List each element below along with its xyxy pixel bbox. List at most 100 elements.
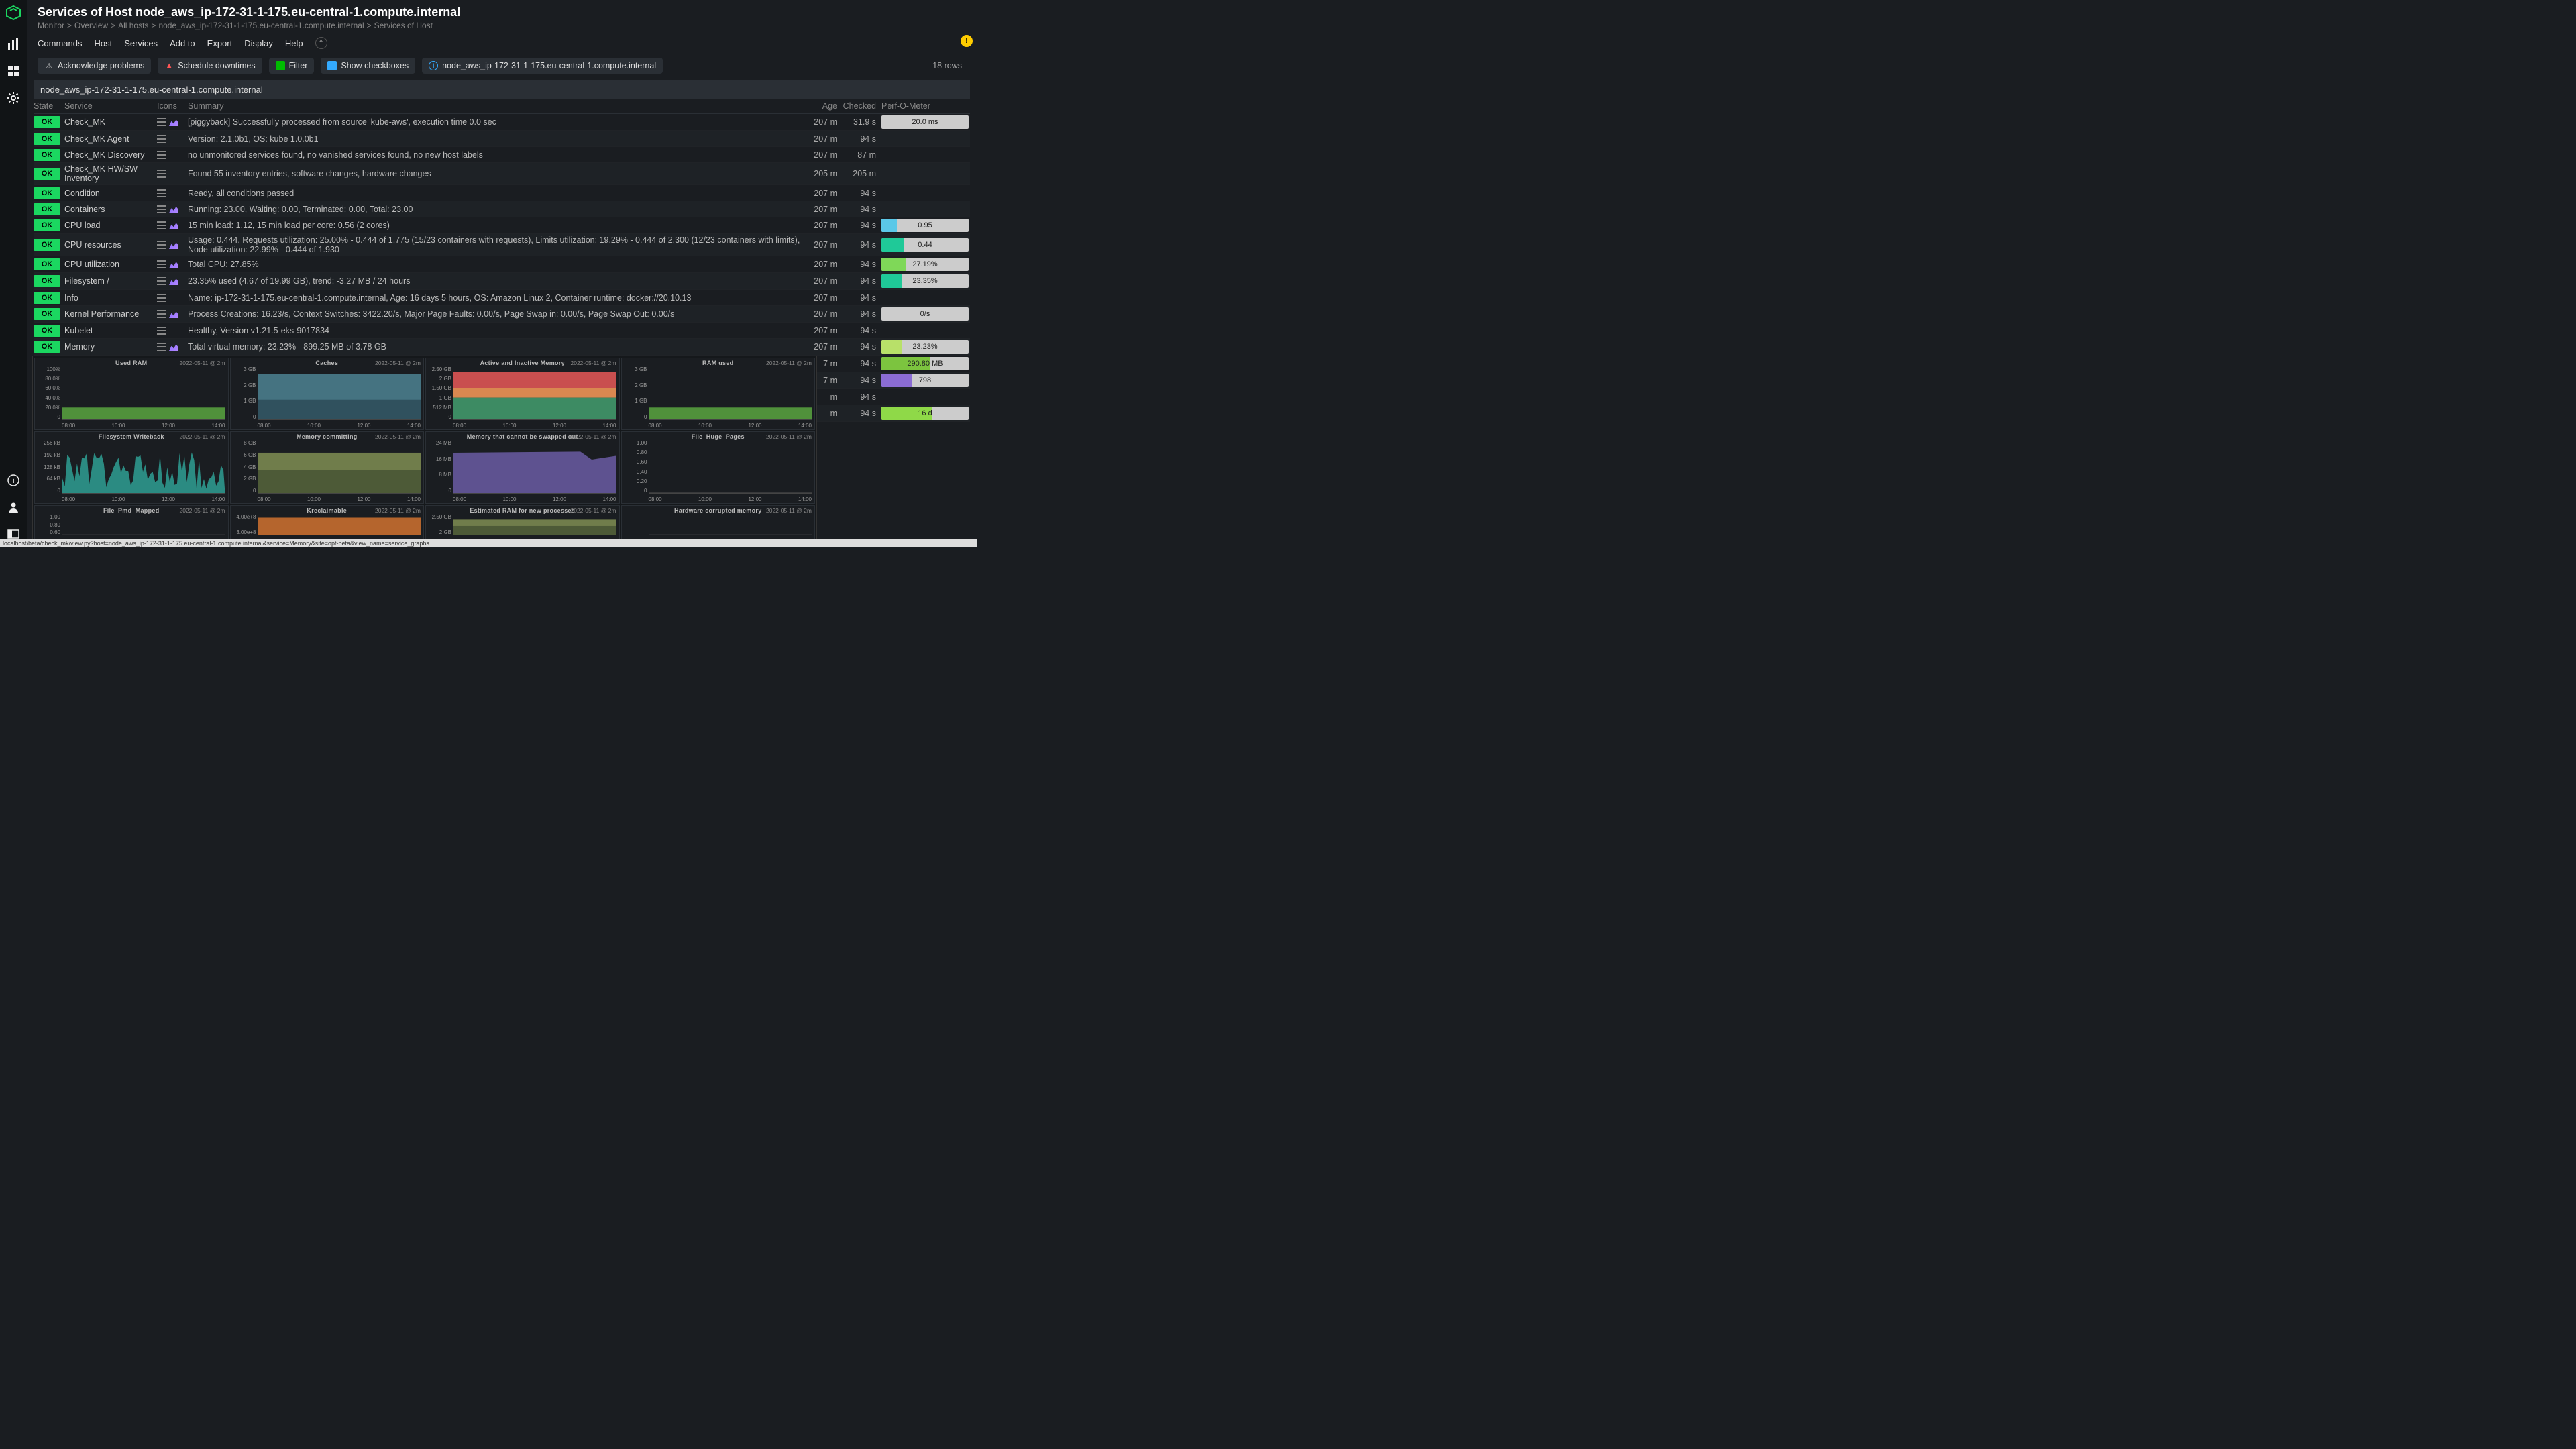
acknowledge-problems-button[interactable]: ⚠ Acknowledge problems (38, 58, 151, 74)
menu-display[interactable]: Display (244, 38, 273, 48)
breadcrumb-item[interactable]: All hosts (118, 21, 148, 30)
breadcrumb-item[interactable]: Monitor (38, 21, 64, 30)
graph-icon[interactable] (169, 277, 178, 285)
perf-o-meter[interactable]: 798 (881, 374, 970, 387)
col-checked[interactable]: Checked (843, 101, 881, 111)
table-row[interactable]: OKCheck_MK AgentVersion: 2.1.0b1, OS: ku… (34, 131, 970, 147)
user-nav-icon[interactable] (5, 499, 21, 515)
burger-menu-icon[interactable] (157, 135, 166, 143)
menu-export[interactable]: Export (207, 38, 233, 48)
service-name[interactable]: Check_MK HW/SW Inventory (62, 164, 157, 183)
service-name[interactable]: Condition (62, 189, 157, 198)
burger-menu-icon[interactable] (157, 294, 166, 302)
host-link-button[interactable]: i node_aws_ip-172-31-1-175.eu-central-1.… (422, 58, 663, 74)
alert-badge-icon[interactable]: ! (961, 35, 973, 47)
service-name[interactable]: Check_MK Discovery (62, 150, 157, 160)
burger-menu-icon[interactable] (157, 151, 166, 159)
burger-menu-icon[interactable] (157, 343, 166, 351)
graph-icon[interactable] (169, 221, 178, 229)
perf-o-meter[interactable]: 23.35% (881, 274, 970, 288)
graph-icon[interactable] (169, 343, 178, 351)
burger-menu-icon[interactable] (157, 310, 166, 318)
info-nav-icon[interactable]: i (5, 472, 21, 488)
perf-o-meter[interactable]: 0.95 (881, 219, 970, 232)
table-row[interactable]: OKCPU load15 min load: 1.12, 15 min load… (34, 217, 970, 234)
mini-graph[interactable]: Caches2022-05-11 @ 2m3 GB2 GB1 GB008:001… (230, 358, 425, 430)
service-name[interactable]: Check_MK (62, 117, 157, 127)
menu-host[interactable]: Host (94, 38, 112, 48)
burger-menu-icon[interactable] (157, 170, 166, 178)
filter-button[interactable]: Filter (269, 58, 315, 74)
menu-help[interactable]: Help (285, 38, 303, 48)
table-row[interactable]: OKConditionReady, all conditions passed2… (34, 185, 970, 201)
burger-menu-icon[interactable] (157, 118, 166, 126)
perf-o-meter[interactable]: 23.23% (881, 340, 970, 354)
menu-services[interactable]: Services (124, 38, 158, 48)
table-row[interactable]: OKContainersRunning: 23.00, Waiting: 0.0… (34, 201, 970, 217)
perf-o-meter[interactable]: 16 d (881, 407, 970, 420)
burger-menu-icon[interactable] (157, 205, 166, 213)
perf-o-meter[interactable]: 20.0 ms (881, 115, 970, 129)
service-name[interactable]: CPU resources (62, 240, 157, 250)
service-name[interactable]: Check_MK Agent (62, 134, 157, 144)
table-row[interactable]: OKCPU resourcesUsage: 0.444, Requests ut… (34, 234, 970, 256)
table-row[interactable]: OKMemoryTotal virtual memory: 23.23% - 8… (34, 339, 970, 356)
host-group-header[interactable]: node_aws_ip-172-31-1-175.eu-central-1.co… (34, 80, 970, 99)
col-icons[interactable]: Icons (157, 101, 188, 111)
breadcrumb-item[interactable]: node_aws_ip-172-31-1-175.eu-central-1.co… (158, 21, 364, 30)
mini-graph[interactable]: Memory committing2022-05-11 @ 2m8 GB6 GB… (230, 431, 425, 504)
apps-nav-icon[interactable] (5, 63, 21, 79)
mini-graph[interactable]: Memory that cannot be swapped out2022-05… (425, 431, 620, 504)
perf-o-meter[interactable]: 27.19% (881, 258, 970, 271)
table-row[interactable]: OKKernel PerformanceProcess Creations: 1… (34, 306, 970, 323)
table-row[interactable]: OKKubeletHealthy, Version v1.21.5-eks-90… (34, 323, 970, 339)
menu-commands[interactable]: Commands (38, 38, 82, 48)
service-name[interactable]: Containers (62, 205, 157, 214)
collapse-menu-icon[interactable]: ⌃ (315, 37, 327, 49)
settings-nav-icon[interactable] (5, 90, 21, 106)
service-name[interactable]: CPU utilization (62, 260, 157, 269)
service-name[interactable]: CPU load (62, 221, 157, 230)
service-name[interactable]: Kernel Performance (62, 309, 157, 319)
table-row[interactable]: OKCheck_MK[piggyback] Successfully proce… (34, 114, 970, 131)
schedule-downtimes-button[interactable]: ▲ Schedule downtimes (158, 58, 262, 74)
table-row[interactable]: OKCheck_MK Discoveryno unmonitored servi… (34, 147, 970, 163)
service-name[interactable]: Info (62, 293, 157, 303)
burger-menu-icon[interactable] (157, 277, 166, 285)
col-state[interactable]: State (34, 101, 62, 111)
perf-o-meter[interactable]: 290.80 MB (881, 357, 970, 370)
graph-icon[interactable] (169, 310, 178, 318)
mini-graph[interactable]: File_Huge_Pages2022-05-11 @ 2m1.000.800.… (621, 431, 816, 504)
table-row[interactable]: OKCPU utilizationTotal CPU: 27.85%207 m9… (34, 256, 970, 273)
graph-icon[interactable] (169, 118, 178, 126)
burger-menu-icon[interactable] (157, 221, 166, 229)
service-name[interactable]: Kubelet (62, 326, 157, 335)
show-checkboxes-button[interactable]: Show checkboxes (321, 58, 415, 74)
table-row[interactable]: OKInfoName: ip-172-31-1-175.eu-central-1… (34, 290, 970, 306)
perf-o-meter[interactable]: 0.44 (881, 238, 970, 252)
mini-graph[interactable]: Filesystem Writeback2022-05-11 @ 2m256 k… (34, 431, 229, 504)
col-service[interactable]: Service (62, 101, 157, 111)
burger-menu-icon[interactable] (157, 189, 166, 197)
graph-icon[interactable] (169, 260, 178, 268)
burger-menu-icon[interactable] (157, 260, 166, 268)
col-summary[interactable]: Summary (188, 101, 804, 111)
graph-icon[interactable] (169, 205, 178, 213)
col-perf[interactable]: Perf-O-Meter (881, 101, 970, 111)
table-row[interactable]: OKCheck_MK HW/SW InventoryFound 55 inven… (34, 163, 970, 185)
breadcrumb-item[interactable]: Overview (74, 21, 108, 30)
menu-add-to[interactable]: Add to (170, 38, 195, 48)
col-age[interactable]: Age (804, 101, 843, 111)
perf-o-meter[interactable]: 0/s (881, 307, 970, 321)
burger-menu-icon[interactable] (157, 241, 166, 249)
service-name[interactable]: Filesystem / (62, 276, 157, 286)
mini-graph[interactable]: Active and Inactive Memory2022-05-11 @ 2… (425, 358, 620, 430)
mini-graph[interactable]: RAM used2022-05-11 @ 2m3 GB2 GB1 GB008:0… (621, 358, 816, 430)
graph-icon[interactable] (169, 241, 178, 249)
mini-graph[interactable]: Used RAM2022-05-11 @ 2m100%80.0%60.0%40.… (34, 358, 229, 430)
breadcrumb-item[interactable]: Services of Host (374, 21, 433, 30)
service-name[interactable]: Memory (62, 342, 157, 352)
app-logo-icon[interactable] (5, 4, 22, 21)
monitor-nav-icon[interactable] (5, 36, 21, 52)
table-row[interactable]: OKFilesystem /23.35% used (4.67 of 19.99… (34, 273, 970, 290)
